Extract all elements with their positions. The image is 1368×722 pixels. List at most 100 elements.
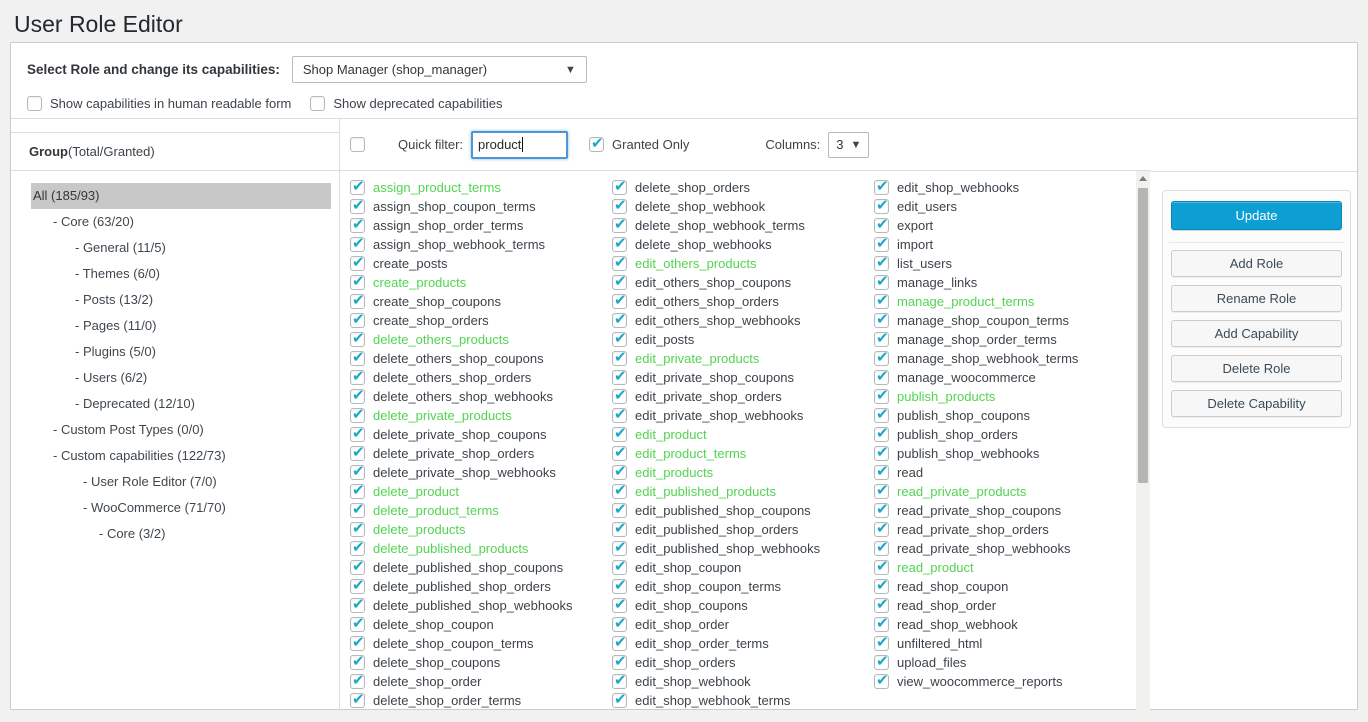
capability-checkbox[interactable]: [350, 351, 365, 366]
capability-checkbox[interactable]: [612, 427, 627, 442]
capability-checkbox[interactable]: [874, 560, 889, 575]
capability-checkbox[interactable]: [350, 503, 365, 518]
capability-checkbox[interactable]: [350, 389, 365, 404]
capability-checkbox[interactable]: [874, 655, 889, 670]
capability-checkbox[interactable]: [350, 636, 365, 651]
group-item[interactable]: - General (11/5): [11, 235, 331, 261]
capability-checkbox[interactable]: [612, 579, 627, 594]
group-item[interactable]: - Deprecated (12/10): [11, 391, 331, 417]
capability-checkbox[interactable]: [350, 332, 365, 347]
capability-checkbox[interactable]: [612, 465, 627, 480]
columns-select[interactable]: 3 ▼: [828, 132, 869, 158]
capability-checkbox[interactable]: [612, 541, 627, 556]
capability-checkbox[interactable]: [612, 617, 627, 632]
capability-checkbox[interactable]: [612, 294, 627, 309]
capability-checkbox[interactable]: [874, 275, 889, 290]
capability-checkbox[interactable]: [874, 294, 889, 309]
capability-checkbox[interactable]: [612, 218, 627, 233]
capability-checkbox[interactable]: [874, 636, 889, 651]
capability-checkbox[interactable]: [350, 465, 365, 480]
capability-checkbox[interactable]: [874, 313, 889, 328]
deprecated-checkbox[interactable]: [310, 96, 325, 111]
capability-checkbox[interactable]: [874, 408, 889, 423]
capability-checkbox[interactable]: [350, 313, 365, 328]
capability-checkbox[interactable]: [612, 446, 627, 461]
capability-checkbox[interactable]: [350, 693, 365, 708]
capability-checkbox[interactable]: [350, 655, 365, 670]
capability-checkbox[interactable]: [612, 332, 627, 347]
capability-checkbox[interactable]: [350, 446, 365, 461]
capability-checkbox[interactable]: [874, 674, 889, 689]
capability-checkbox[interactable]: [350, 256, 365, 271]
delete-capability-button[interactable]: Delete Capability: [1171, 390, 1342, 417]
capability-checkbox[interactable]: [874, 617, 889, 632]
capability-checkbox[interactable]: [874, 370, 889, 385]
scroll-up-arrow-icon[interactable]: [1136, 171, 1150, 186]
capability-checkbox[interactable]: [612, 199, 627, 214]
capability-checkbox[interactable]: [612, 693, 627, 708]
role-select[interactable]: Shop Manager (shop_manager) ▼: [292, 56, 587, 83]
capability-checkbox[interactable]: [350, 199, 365, 214]
granted-only-checkbox[interactable]: [589, 137, 604, 152]
capability-checkbox[interactable]: [350, 408, 365, 423]
group-item[interactable]: All (185/93): [11, 183, 331, 209]
capability-checkbox[interactable]: [612, 237, 627, 252]
add-role-button[interactable]: Add Role: [1171, 250, 1342, 277]
group-item[interactable]: - Custom capabilities (122/73): [11, 443, 331, 469]
capability-checkbox[interactable]: [350, 560, 365, 575]
capability-checkbox[interactable]: [350, 541, 365, 556]
rename-role-button[interactable]: Rename Role: [1171, 285, 1342, 312]
group-item[interactable]: - Pages (11/0): [11, 313, 331, 339]
human-readable-checkbox[interactable]: [27, 96, 42, 111]
group-item[interactable]: - Custom Post Types (0/0): [11, 417, 331, 443]
capability-checkbox[interactable]: [874, 484, 889, 499]
group-item[interactable]: - Themes (6/0): [11, 261, 331, 287]
capability-checkbox[interactable]: [874, 579, 889, 594]
group-item[interactable]: - Core (3/2): [11, 521, 331, 547]
capability-checkbox[interactable]: [612, 522, 627, 537]
capability-checkbox[interactable]: [350, 180, 365, 195]
capability-checkbox[interactable]: [874, 237, 889, 252]
group-item[interactable]: - Posts (13/2): [11, 287, 331, 313]
capability-checkbox[interactable]: [612, 655, 627, 670]
capability-checkbox[interactable]: [350, 294, 365, 309]
capability-checkbox[interactable]: [350, 522, 365, 537]
capability-checkbox[interactable]: [874, 389, 889, 404]
capability-checkbox[interactable]: [874, 446, 889, 461]
group-item[interactable]: - Plugins (5/0): [11, 339, 331, 365]
capability-checkbox[interactable]: [612, 180, 627, 195]
quick-filter-input[interactable]: product: [471, 131, 568, 159]
capability-checkbox[interactable]: [350, 674, 365, 689]
capability-checkbox[interactable]: [874, 598, 889, 613]
capability-checkbox[interactable]: [612, 313, 627, 328]
capability-checkbox[interactable]: [350, 237, 365, 252]
capability-checkbox[interactable]: [612, 389, 627, 404]
capability-checkbox[interactable]: [874, 503, 889, 518]
capability-checkbox[interactable]: [874, 256, 889, 271]
capability-checkbox[interactable]: [612, 598, 627, 613]
group-item[interactable]: - Core (63/20): [11, 209, 331, 235]
group-item[interactable]: - User Role Editor (7/0): [11, 469, 331, 495]
capability-checkbox[interactable]: [350, 617, 365, 632]
delete-role-button[interactable]: Delete Role: [1171, 355, 1342, 382]
capability-checkbox[interactable]: [612, 351, 627, 366]
capability-checkbox[interactable]: [612, 636, 627, 651]
capability-checkbox[interactable]: [874, 199, 889, 214]
scrollbar-thumb[interactable]: [1138, 188, 1148, 483]
capability-checkbox[interactable]: [874, 332, 889, 347]
select-all-checkbox[interactable]: [350, 137, 365, 152]
capability-checkbox[interactable]: [612, 560, 627, 575]
vertical-scrollbar[interactable]: [1136, 171, 1150, 722]
capability-checkbox[interactable]: [874, 351, 889, 366]
capability-checkbox[interactable]: [612, 370, 627, 385]
capability-checkbox[interactable]: [350, 598, 365, 613]
capability-checkbox[interactable]: [350, 427, 365, 442]
capability-checkbox[interactable]: [874, 427, 889, 442]
group-item[interactable]: - Users (6/2): [11, 365, 331, 391]
capability-checkbox[interactable]: [350, 218, 365, 233]
group-item[interactable]: - WooCommerce (71/70): [11, 495, 331, 521]
capability-checkbox[interactable]: [874, 465, 889, 480]
add-capability-button[interactable]: Add Capability: [1171, 320, 1342, 347]
capability-checkbox[interactable]: [612, 484, 627, 499]
capability-checkbox[interactable]: [612, 674, 627, 689]
